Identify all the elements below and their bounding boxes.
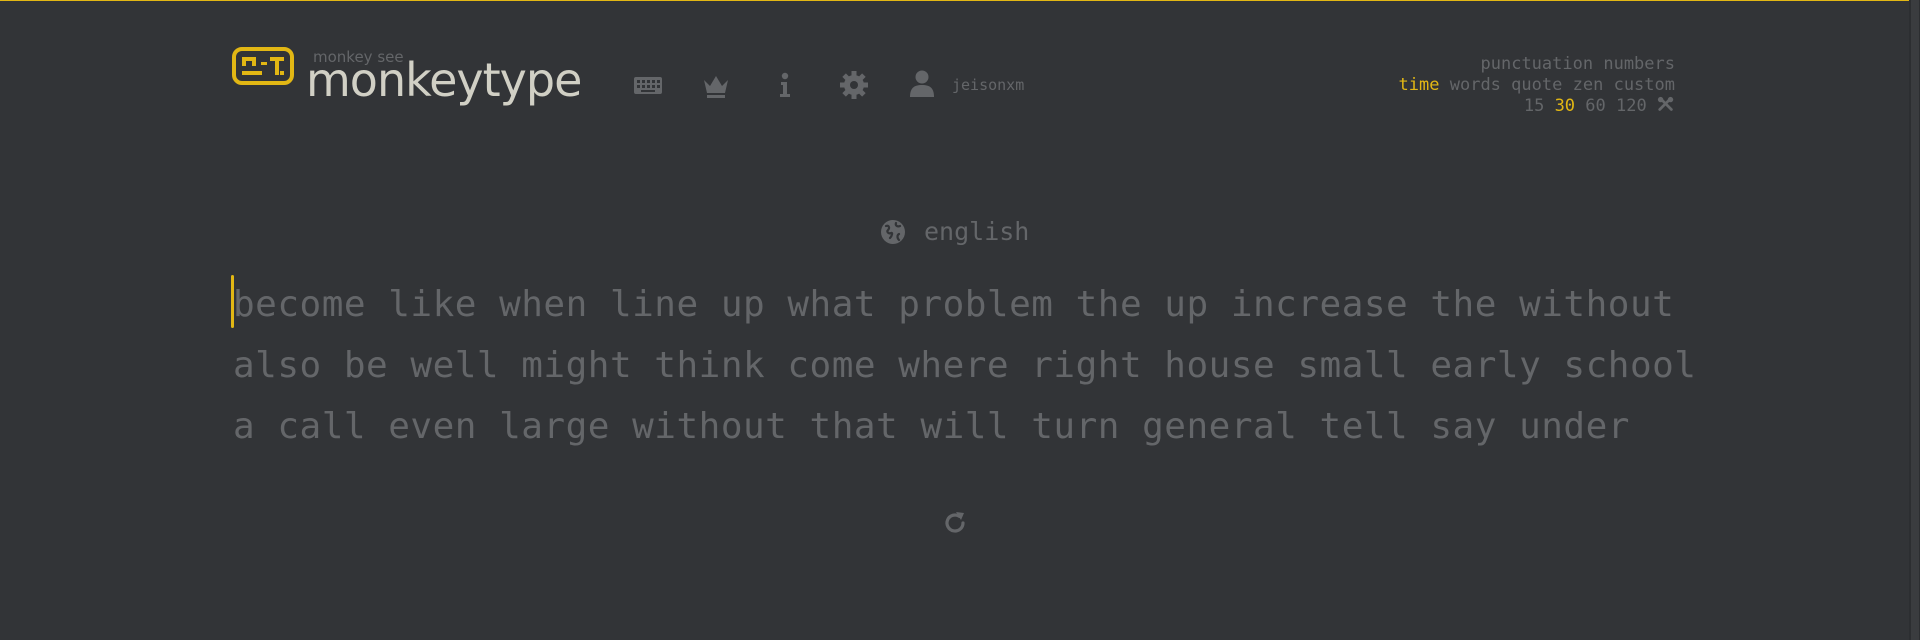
config-mode-custom[interactable]: custom	[1614, 75, 1675, 95]
crown-icon[interactable]	[700, 69, 732, 101]
restart-icon[interactable]	[940, 508, 970, 538]
language-label[interactable]: english	[924, 217, 1029, 246]
info-icon[interactable]	[769, 69, 801, 101]
tools-icon[interactable]	[1657, 96, 1675, 114]
config-mode-zen[interactable]: zen	[1573, 75, 1604, 95]
logo-title[interactable]: monkeytype	[306, 52, 582, 108]
config-punctuation[interactable]: punctuation	[1481, 54, 1594, 74]
config-mode-time[interactable]: time	[1399, 75, 1440, 95]
config-time-30[interactable]: 30	[1555, 96, 1575, 116]
keyboard-icon[interactable]	[632, 69, 664, 101]
words-line: become like when line up what problem th…	[233, 284, 1675, 325]
test-config-bar: punctuation numbers time words quote zen…	[1399, 54, 1675, 117]
config-row-modifiers: punctuation numbers	[1399, 54, 1676, 75]
monkeytype-logo-icon	[232, 47, 294, 85]
config-mode-quote[interactable]: quote	[1511, 75, 1562, 95]
scrollbar-thumb[interactable]	[1911, 0, 1919, 640]
config-time-60[interactable]: 60	[1585, 96, 1605, 116]
config-row-modes: time words quote zen custom	[1399, 75, 1675, 96]
config-time-120[interactable]: 120	[1616, 96, 1647, 116]
language-selector[interactable]: english	[880, 217, 1029, 246]
scrollbar-track[interactable]	[1909, 0, 1920, 640]
config-time-15[interactable]: 15	[1524, 96, 1544, 116]
words-line: also be well might think come where righ…	[233, 345, 1697, 386]
words-line: a call even large without that will turn…	[233, 406, 1630, 447]
words-area[interactable]: become like when line up what problem th…	[233, 274, 1697, 457]
gear-icon[interactable]	[838, 69, 870, 101]
username-label[interactable]: jeisonxm	[952, 76, 1024, 94]
globe-icon	[881, 219, 905, 244]
logo[interactable]	[232, 47, 294, 85]
top-progress-line	[0, 0, 1920, 1]
config-mode-words[interactable]: words	[1450, 75, 1501, 95]
user-icon[interactable]	[906, 67, 938, 99]
config-row-durations: 15 30 60 120	[1399, 96, 1675, 117]
config-numbers[interactable]: numbers	[1603, 54, 1675, 74]
